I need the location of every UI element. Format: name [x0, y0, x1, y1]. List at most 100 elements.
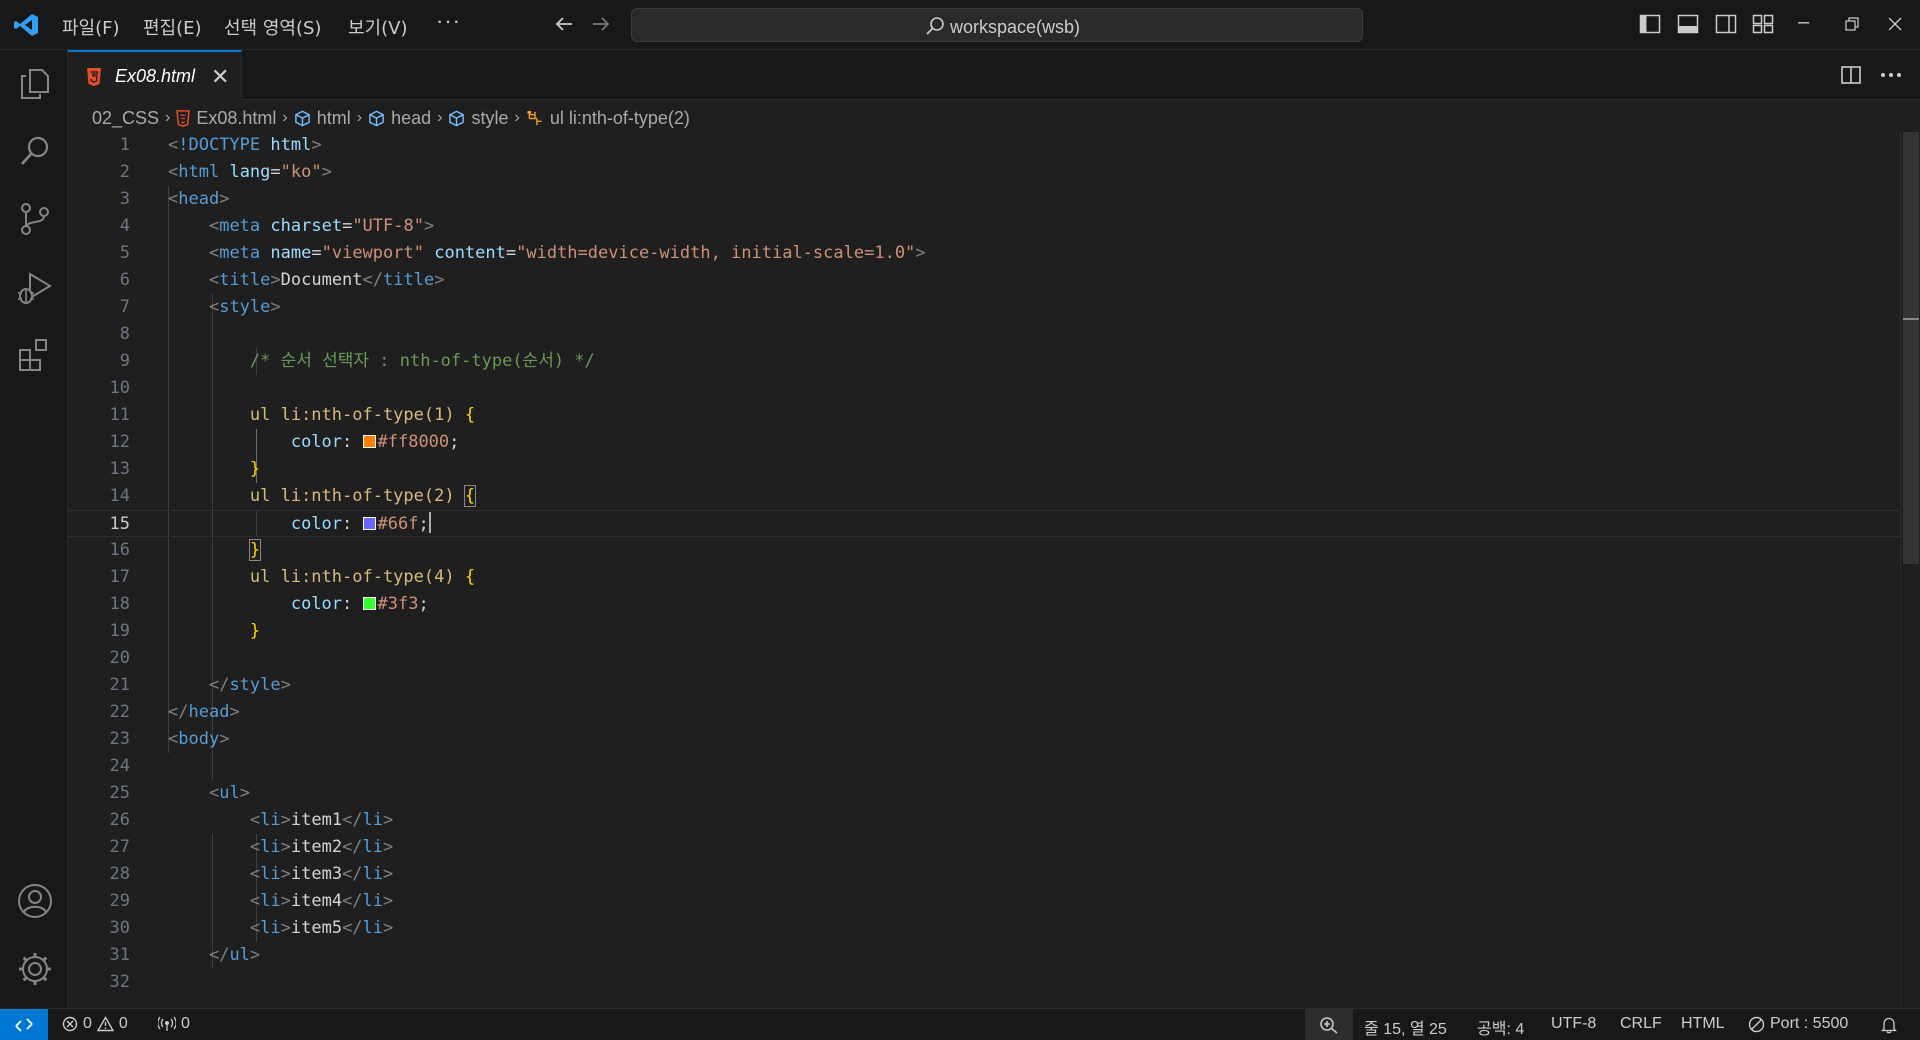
code-token: meta	[219, 243, 261, 263]
html5-file-icon	[87, 68, 101, 86]
scrollbar-thumb[interactable]	[1903, 132, 1919, 564]
search-icon[interactable]	[16, 132, 54, 170]
customize-layout-icon[interactable]	[1752, 14, 1774, 34]
tab-close-button[interactable]: ✕	[211, 64, 229, 90]
back-arrow-icon[interactable]	[553, 13, 575, 35]
breadcrumb-html[interactable]: html	[294, 108, 351, 129]
code-token: ul	[229, 945, 250, 965]
zoom-in-icon	[1320, 1017, 1338, 1034]
restore-icon[interactable]	[1845, 17, 1859, 31]
code-token: li	[362, 837, 384, 857]
text-cursor	[428, 512, 431, 533]
gear-icon[interactable]	[16, 950, 54, 988]
code-line: 1 <!DOCTYPE html>	[68, 132, 1900, 159]
more-actions-icon[interactable]	[1880, 72, 1902, 78]
source-control-icon[interactable]	[16, 200, 54, 238]
code-line: 31 </ul>	[68, 942, 1900, 969]
code-token: ul li:nth-of-type(4)	[249, 567, 455, 587]
menu-file[interactable]: 파일(F)	[62, 14, 120, 40]
code-token: item1	[290, 810, 343, 830]
line-number: 14	[109, 486, 130, 506]
code-line: 22 </head>	[68, 699, 1900, 726]
ports-indicator[interactable]: 0	[158, 1015, 190, 1033]
encoding-setting[interactable]: UTF-8	[1551, 1015, 1596, 1033]
breadcrumb-file[interactable]: Ex08.html	[176, 108, 276, 129]
color-swatch[interactable]	[362, 597, 376, 610]
code-token: li	[260, 864, 281, 884]
code-line-current: 15 color: #66f;	[68, 510, 1900, 537]
error-icon	[62, 1016, 78, 1032]
code-token: li	[260, 918, 281, 938]
eol-setting[interactable]: CRLF	[1620, 1015, 1662, 1033]
indentation-setting[interactable]: 공백: 4	[1477, 1015, 1524, 1039]
toggle-primary-sidebar-icon[interactable]	[1639, 14, 1661, 34]
remote-icon	[15, 1018, 33, 1032]
line-number: 8	[119, 324, 130, 344]
line-number: 18	[109, 594, 130, 614]
minimize-icon[interactable]: –	[1798, 12, 1809, 32]
code-token: content	[434, 243, 506, 263]
extensions-icon[interactable]	[16, 336, 54, 374]
bell-icon[interactable]	[1881, 1016, 1897, 1034]
menu-more-button[interactable]: ···	[436, 8, 461, 34]
problems-indicator[interactable]: 0 0	[62, 1015, 128, 1033]
code-token: body	[178, 729, 220, 749]
code-line: 11 ul li:nth-of-type(1) {	[68, 402, 1900, 429]
live-server-button[interactable]: Port : 5500	[1748, 1015, 1848, 1033]
line-number: 7	[119, 297, 130, 317]
code-token: "UTF-8"	[352, 216, 424, 236]
breadcrumb-selector-label: ul li:nth-of-type(2)	[549, 107, 690, 128]
editor-vertical-scrollbar[interactable]	[1900, 132, 1920, 1008]
language-mode[interactable]: HTML	[1681, 1015, 1725, 1033]
line-number: 24	[109, 756, 130, 776]
zoom-button[interactable]	[1305, 1009, 1353, 1040]
code-token: item4	[290, 891, 343, 911]
code-line: 25 <ul>	[68, 780, 1900, 807]
menu-edit[interactable]: 편집(E)	[143, 14, 202, 40]
close-window-icon[interactable]	[1888, 17, 1902, 31]
code-token: #ff8000	[377, 432, 450, 452]
breadcrumb-folder-label: 02_CSS	[92, 107, 160, 128]
code-token: head	[178, 189, 220, 209]
code-line: 14 ul li:nth-of-type(2) {	[68, 483, 1900, 510]
code-token: style	[219, 297, 271, 317]
toggle-secondary-sidebar-icon[interactable]	[1715, 14, 1737, 34]
line-number: 23	[109, 729, 130, 749]
code-token: ul li:nth-of-type(2)	[249, 486, 455, 506]
explorer-icon[interactable]	[16, 64, 54, 102]
cursor-position[interactable]: 줄 15, 열 25	[1364, 1015, 1447, 1039]
scrollbar-cursor-marker	[1903, 318, 1919, 320]
breadcrumb-folder[interactable]: 02_CSS	[92, 108, 159, 129]
line-number: 1	[119, 135, 130, 155]
menu-view[interactable]: 보기(V)	[348, 14, 407, 40]
code-line: 28 <li>item3</li>	[68, 861, 1900, 888]
code-line: 17 ul li:nth-of-type(4) {	[68, 564, 1900, 591]
line-number: 17	[109, 567, 130, 587]
tab-ex08-html[interactable]: Ex08.html ✕	[68, 50, 242, 100]
run-and-debug-icon[interactable]	[16, 268, 54, 306]
command-center[interactable]: workspace(wsb)	[631, 8, 1363, 42]
search-icon	[926, 17, 944, 35]
toggle-panel-icon[interactable]	[1677, 14, 1699, 34]
code-editor[interactable]: 1 <!DOCTYPE html> 2 <html lang="ko"> 3 <hea…	[68, 132, 1900, 1008]
ports-count: 0	[181, 1015, 190, 1032]
line-number: 19	[109, 621, 130, 641]
color-swatch[interactable]	[362, 517, 376, 530]
error-count: 0	[83, 1015, 92, 1032]
split-editor-icon[interactable]	[1840, 64, 1862, 86]
menu-selection[interactable]: 선택 영역(S)	[224, 14, 321, 40]
code-token: "width=device-width, initial-scale=1.0"	[516, 243, 916, 263]
code-token: li	[260, 891, 281, 911]
breadcrumb-head[interactable]: head	[368, 108, 431, 129]
accounts-icon[interactable]	[16, 882, 54, 920]
remote-indicator-button[interactable]	[0, 1009, 48, 1040]
breadcrumb-selector[interactable]: ul li:nth-of-type(2)	[526, 108, 690, 129]
code-line: 2 <html lang="ko">	[68, 159, 1900, 186]
code-line: 19 }	[68, 618, 1900, 645]
code-line: 12 color: #ff8000;	[68, 429, 1900, 456]
chevron-right-icon: ›	[165, 109, 171, 126]
line-number: 4	[119, 216, 130, 236]
forward-arrow-icon[interactable]	[590, 13, 612, 35]
color-swatch[interactable]	[362, 435, 376, 448]
breadcrumb-style[interactable]: style	[448, 108, 508, 129]
